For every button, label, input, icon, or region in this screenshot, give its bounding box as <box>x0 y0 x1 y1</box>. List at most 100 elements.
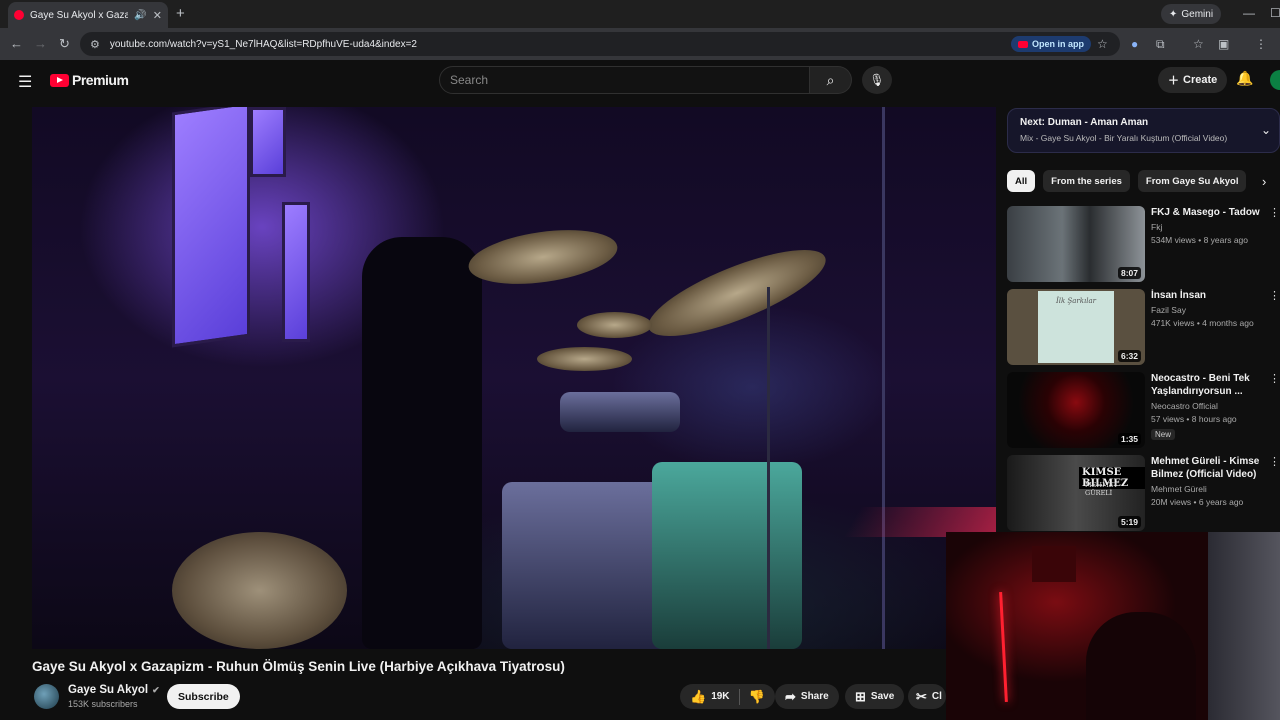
search-input[interactable]: Search <box>439 66 810 94</box>
account-avatar[interactable] <box>1270 70 1280 90</box>
reload-icon[interactable]: ↻ <box>59 36 70 52</box>
plus-icon: ＋ <box>1168 75 1179 87</box>
mix-title: Mix - Gaye Su Akyol - Bir Yaralı Kuştum … <box>1020 133 1228 143</box>
open-in-app-label: Open in app <box>1032 39 1085 49</box>
profile-menu-icon[interactable]: ⋮ <box>1255 37 1267 51</box>
more-options-icon[interactable]: ⋮ <box>1269 206 1280 219</box>
share-button[interactable]: ➦ Share <box>775 684 839 709</box>
stand <box>767 287 770 649</box>
save-button[interactable]: ⊞ Save <box>845 684 905 709</box>
dislike-icon[interactable]: 👎 <box>749 689 765 705</box>
gemini-label: Gemini <box>1181 8 1214 20</box>
cymbal <box>577 312 652 338</box>
save-icon: ⊞ <box>855 688 866 704</box>
thumb-subtitle-text: MEHMET GÜRELİ <box>1085 481 1118 497</box>
more-options-icon[interactable]: ⋮ <box>1269 372 1280 385</box>
rec-title[interactable]: Neocastro - Beni Tek Yaşlandırıyorsun ..… <box>1151 372 1269 398</box>
rec-meta: 57 views • 8 hours ago <box>1151 414 1237 424</box>
list-item[interactable]: 8:07 FKJ & Masego - Tadow Fkj 534M views… <box>1007 206 1280 282</box>
youtube-logo[interactable]: Premium <box>50 72 129 88</box>
list-item[interactable]: KIMSE BILMEZ MEHMET GÜRELİ 5:19 Mehmet G… <box>1007 455 1280 531</box>
youtube-favicon-icon <box>14 10 24 20</box>
create-label: Create <box>1183 74 1218 86</box>
chip-all[interactable]: All <box>1007 170 1036 192</box>
browser-tab-strip: Gaye Su Akyol x Gazapizm 🔊 ✕ + ✦ Gemini … <box>0 0 1280 28</box>
clip-label: Cl <box>931 691 942 702</box>
video-player[interactable] <box>32 107 996 649</box>
rec-channel[interactable]: Fazil Say <box>1151 305 1269 315</box>
rec-meta: 471K views • 4 months ago <box>1151 318 1254 328</box>
open-in-app-button[interactable]: Open in app <box>1011 36 1092 52</box>
close-tab-icon[interactable]: ✕ <box>153 9 162 22</box>
channel-avatar[interactable] <box>34 684 59 709</box>
back-icon[interactable]: ← <box>10 36 23 51</box>
chevron-right-icon[interactable]: › <box>1262 174 1266 189</box>
window <box>1208 532 1280 720</box>
chip-from-channel[interactable]: From Gaye Su Akyol <box>1137 170 1247 192</box>
new-badge: New <box>1151 429 1176 440</box>
channel-name-text: Gaye Su Akyol <box>68 684 149 696</box>
microphone-icon: 🎙 <box>869 73 885 87</box>
rec-channel[interactable]: Mehmet Güreli <box>1151 484 1269 494</box>
share-label: Share <box>800 691 829 702</box>
sidepanel-icon[interactable]: ▣ <box>1218 37 1229 51</box>
up-next-panel[interactable]: Next: Duman - Aman Aman Mix - Gaye Su Ak… <box>1007 108 1280 153</box>
video-thumbnail[interactable]: KIMSE BILMEZ MEHMET GÜRELİ 5:19 <box>1007 455 1145 531</box>
subscribe-button[interactable]: Subscribe <box>167 684 240 709</box>
stage-screen <box>282 202 310 342</box>
speaker-icon[interactable]: 🔊 <box>134 10 146 21</box>
puzzle-icon[interactable]: ⧉ <box>1156 37 1165 52</box>
rec-title[interactable]: İnsan İnsan <box>1151 289 1269 302</box>
url-field[interactable]: ⚙ youtube.com/watch?v=yS1_Ne7lHAQ&list=R… <box>80 32 1120 56</box>
rec-title[interactable]: FKJ & Masego - Tadow <box>1151 206 1269 219</box>
duration-badge: 5:19 <box>1117 516 1141 528</box>
stage-screen <box>250 107 286 177</box>
minimize-icon[interactable]: — <box>1243 6 1255 20</box>
menu-icon[interactable]: ☰ <box>18 72 32 92</box>
led-strip <box>999 591 1008 703</box>
cymbal <box>537 347 632 371</box>
more-options-icon[interactable]: ⋮ <box>1269 289 1280 302</box>
rec-meta: 20M views • 6 years ago <box>1151 497 1244 507</box>
forward-icon[interactable]: → <box>34 36 47 51</box>
duration-badge: 1:35 <box>1117 433 1141 445</box>
rec-meta: 534M views • 8 years ago <box>1151 235 1248 245</box>
notifications-icon[interactable]: 🔔 <box>1236 70 1253 87</box>
list-item[interactable]: İlk Şarkılar 6:32 İnsan İnsan Fazil Say … <box>1007 289 1280 365</box>
bookmarks-icon[interactable]: ☆ <box>1193 37 1204 51</box>
rec-channel[interactable]: Fkj <box>1151 222 1269 232</box>
new-tab-button[interactable]: + <box>176 5 185 22</box>
chip-from-series[interactable]: From the series <box>1043 170 1130 192</box>
more-options-icon[interactable]: ⋮ <box>1269 455 1280 468</box>
up-next-title: Next: Duman - Aman Aman <box>1020 117 1149 128</box>
wall-decor <box>1032 546 1076 582</box>
rec-title[interactable]: Mehmet Güreli - Kimse Bilmez (Official V… <box>1151 455 1269 481</box>
cymbal <box>172 532 347 649</box>
youtube-header: ☰ Premium Search ⌕ 🎙 ＋ Create 🔔 <box>0 60 1280 100</box>
share-icon: ➦ <box>785 688 796 704</box>
video-thumbnail[interactable]: 1:35 <box>1007 372 1145 448</box>
bookmark-star-icon[interactable]: ☆ <box>1097 37 1108 51</box>
maximize-icon[interactable]: ☐ <box>1270 6 1280 20</box>
like-count[interactable]: 19K <box>711 691 729 702</box>
list-item[interactable]: 1:35 Neocastro - Beni Tek Yaşlandırıyors… <box>1007 372 1280 448</box>
extension-icon[interactable]: ● <box>1131 37 1138 51</box>
video-thumbnail[interactable]: 8:07 <box>1007 206 1145 282</box>
filter-chips: All From the series From Gaye Su Akyol <box>1007 170 1247 192</box>
webcam-overlay <box>946 532 1280 720</box>
rec-channel[interactable]: Neocastro Official <box>1151 401 1269 411</box>
gemini-button[interactable]: ✦ Gemini <box>1161 4 1222 24</box>
search-icon: ⌕ <box>826 71 835 88</box>
video-thumbnail[interactable]: İlk Şarkılar 6:32 <box>1007 289 1145 365</box>
sparkle-icon: ✦ <box>1169 8 1178 20</box>
chevron-down-icon[interactable]: ⌄ <box>1261 123 1271 137</box>
duration-badge: 6:32 <box>1117 350 1141 362</box>
like-icon[interactable]: 👍 <box>690 689 706 705</box>
voice-search-button[interactable]: 🎙 <box>862 66 892 94</box>
site-settings-icon[interactable]: ⚙ <box>90 38 100 51</box>
channel-name[interactable]: Gaye Su Akyol ✔ <box>68 684 160 696</box>
clip-button[interactable]: ✂ Cl <box>908 684 946 709</box>
search-button[interactable]: ⌕ <box>810 66 852 94</box>
browser-tab[interactable]: Gaye Su Akyol x Gazapizm 🔊 ✕ <box>8 2 168 28</box>
create-button[interactable]: ＋ Create <box>1158 67 1228 93</box>
